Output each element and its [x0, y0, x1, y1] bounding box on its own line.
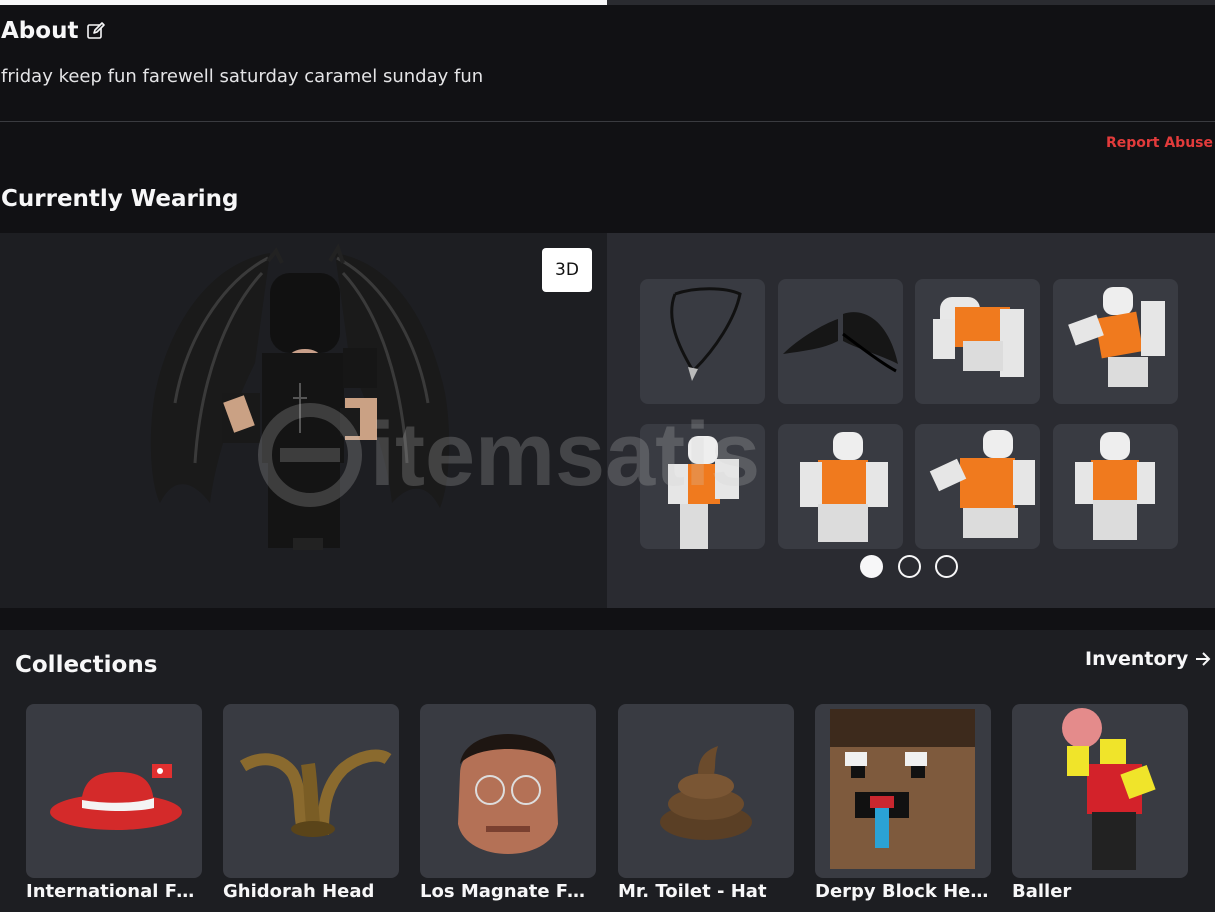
collection-thumbnail — [1012, 704, 1188, 878]
toggle-3d-button[interactable]: 3D — [542, 248, 592, 292]
collection-item[interactable]: International Fed... — [26, 704, 202, 912]
collection-item-name: Baller — [1012, 881, 1072, 902]
collection-item-name: Mr. Toilet - Hat — [618, 881, 767, 902]
carousel-page-dot-2[interactable] — [898, 555, 921, 578]
section-gap — [0, 608, 1215, 630]
wearing-item-wings[interactable] — [778, 279, 903, 404]
baller-avatar-icon — [1062, 708, 1156, 870]
animation-pose-icon — [929, 430, 1035, 538]
wearing-item-animation[interactable] — [1053, 424, 1178, 549]
collection-item[interactable]: Mr. Toilet - Hat — [618, 704, 794, 912]
animation-pose-icon — [1075, 432, 1155, 540]
block-head-icon — [830, 709, 975, 869]
wearing-item-animation[interactable] — [640, 424, 765, 549]
wearing-item-animation[interactable] — [1053, 279, 1178, 404]
active-tab-underline — [0, 0, 607, 5]
red-fedora-icon — [50, 764, 182, 830]
collection-thumbnail — [420, 704, 596, 878]
dragon-head-icon — [239, 749, 392, 837]
divider — [0, 121, 1215, 122]
animation-pose-icon — [800, 432, 888, 542]
collection-item-name: Los Magnate Fac... — [420, 881, 596, 902]
top-tab-indicator — [0, 0, 1215, 5]
wearing-item-animation[interactable] — [915, 279, 1040, 404]
necklace-icon — [670, 287, 742, 381]
carousel-page-dot-3[interactable] — [935, 555, 958, 578]
collection-thumbnail — [618, 704, 794, 878]
poop-hat-icon — [660, 746, 752, 840]
collection-item[interactable]: Ghidorah Head — [223, 704, 399, 912]
collection-item[interactable]: Baller — [1012, 704, 1188, 912]
wearing-item-animation[interactable] — [915, 424, 1040, 549]
arrow-right-icon — [1196, 652, 1211, 666]
collection-thumbnail — [26, 704, 202, 878]
animation-pose-icon — [933, 297, 1024, 377]
carousel-page-dot-1[interactable] — [860, 555, 883, 578]
wearing-item-animation[interactable] — [778, 424, 903, 549]
inventory-label: Inventory — [1085, 648, 1189, 670]
black-wings-icon — [783, 312, 898, 373]
currently-wearing-title: Currently Wearing — [1, 186, 239, 212]
collection-thumbnail — [815, 704, 991, 878]
animation-pose-icon — [1068, 287, 1165, 387]
wearing-item-necklace[interactable] — [640, 279, 765, 404]
collection-item[interactable]: Derpy Block Head — [815, 704, 991, 912]
avatar-render — [150, 243, 450, 550]
collection-item[interactable]: Los Magnate Fac... — [420, 704, 596, 912]
about-title: About — [1, 18, 79, 44]
collection-item-name: International Fed... — [26, 881, 202, 902]
inactive-tab-underline — [607, 0, 1215, 5]
collection-item-name: Derpy Block Head — [815, 881, 991, 902]
collection-thumbnail — [223, 704, 399, 878]
avatar-viewer[interactable] — [0, 233, 607, 608]
report-abuse-link[interactable]: Report Abuse — [1106, 135, 1213, 151]
edit-icon[interactable] — [86, 21, 106, 41]
about-description: friday keep fun farewell saturday carame… — [1, 66, 484, 87]
face-head-icon — [458, 734, 558, 854]
collection-item-name: Ghidorah Head — [223, 881, 375, 902]
animation-pose-icon — [668, 436, 739, 549]
inventory-link[interactable]: Inventory — [1085, 648, 1212, 670]
collections-title: Collections — [15, 652, 158, 678]
about-heading: About — [1, 18, 106, 44]
